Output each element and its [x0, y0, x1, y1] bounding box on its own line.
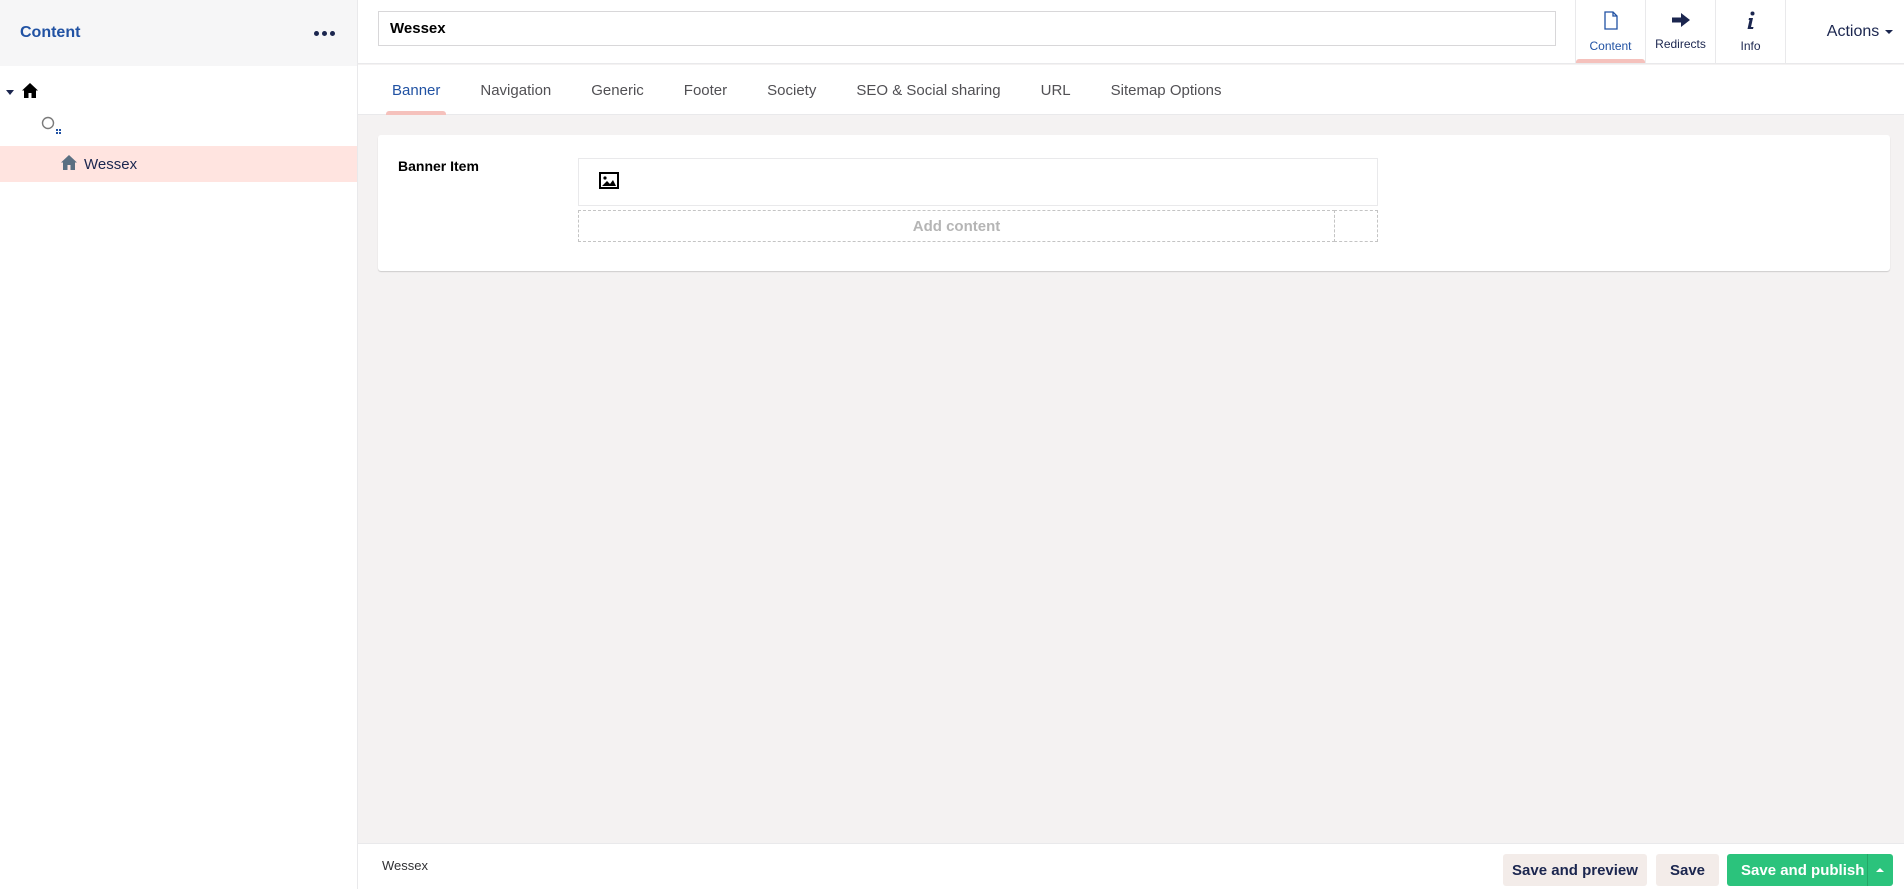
app-label: Info — [1740, 38, 1761, 53]
add-content-button[interactable]: Add content — [578, 210, 1335, 242]
app-info[interactable]: Info — [1716, 0, 1786, 63]
chevron-up-icon — [1876, 868, 1884, 872]
editor-footer: Wessex Save and preview Save Save and pu… — [358, 843, 1904, 889]
banner-block-item[interactable] — [578, 158, 1378, 206]
content-tabs: Banner Navigation Generic Footer Society… — [358, 65, 1904, 115]
tree-root-node[interactable] — [0, 74, 357, 110]
section-title[interactable]: Content — [20, 24, 80, 42]
tab-society[interactable]: Society — [767, 65, 816, 115]
tree-node-wessex[interactable]: Wessex — [0, 146, 357, 182]
breadcrumb[interactable]: Wessex — [382, 858, 428, 873]
document-icon — [1603, 10, 1618, 34]
actions-label: Actions — [1826, 22, 1880, 40]
actions-dropdown[interactable]: Actions — [1816, 0, 1904, 63]
app-label: Redirects — [1655, 37, 1706, 51]
banner-property-panel: Banner Item Add content — [378, 135, 1890, 271]
content-tree: Wessex — [0, 66, 357, 182]
field-label: Banner Item — [398, 158, 479, 174]
tab-sitemap-options[interactable]: Sitemap Options — [1111, 65, 1222, 115]
sidebar-header: Content — [0, 0, 357, 66]
tab-footer[interactable]: Footer — [684, 65, 727, 115]
editor-header: Content Redirects Info Actions — [358, 0, 1904, 64]
tab-seo-social[interactable]: SEO & Social sharing — [856, 65, 1000, 115]
tab-navigation[interactable]: Navigation — [480, 65, 551, 115]
ellipsis-icon[interactable] — [312, 25, 337, 42]
tab-generic[interactable]: Generic — [591, 65, 644, 115]
clipboard-button[interactable] — [1334, 210, 1378, 242]
app-content[interactable]: Content — [1576, 0, 1646, 63]
info-icon — [1746, 11, 1756, 34]
tree-node-label: Wessex — [84, 155, 138, 173]
tab-banner[interactable]: Banner — [385, 65, 447, 115]
home-icon — [21, 82, 39, 103]
content-apps: Content Redirects Info — [1575, 0, 1786, 63]
circle-dots-icon — [41, 116, 63, 140]
app-redirects[interactable]: Redirects — [1646, 0, 1716, 63]
expand-caret-icon[interactable] — [6, 89, 14, 95]
content-tree-sidebar: Content Wessex — [0, 0, 358, 889]
tab-url[interactable]: URL — [1041, 65, 1071, 115]
node-name-input[interactable] — [378, 11, 1556, 46]
chevron-down-icon — [1885, 29, 1894, 34]
save-and-preview-button[interactable]: Save and preview — [1503, 854, 1647, 886]
app-label: Content — [1589, 38, 1632, 53]
save-button[interactable]: Save — [1656, 854, 1719, 886]
home-icon — [60, 154, 78, 175]
arrow-right-icon — [1671, 12, 1691, 32]
tree-node-recycle[interactable] — [0, 110, 357, 146]
publish-options-toggle[interactable] — [1867, 854, 1893, 886]
picture-icon — [599, 171, 619, 193]
